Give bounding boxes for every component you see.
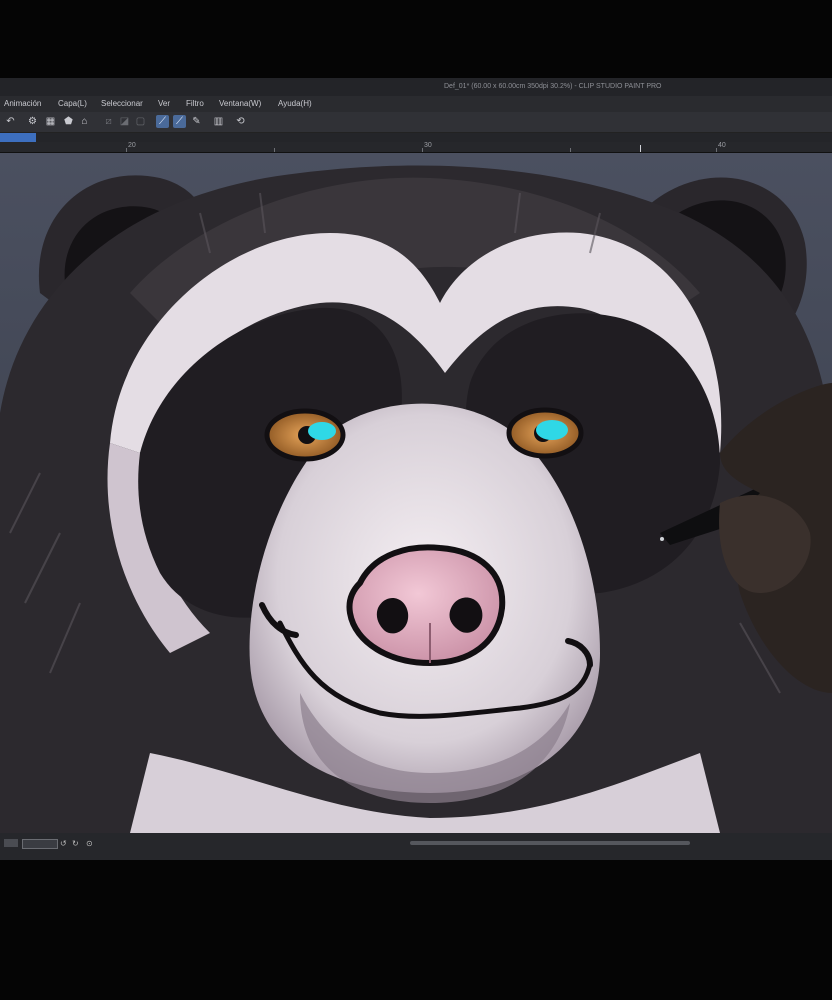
menu-animacion[interactable]: Animación	[4, 99, 41, 108]
menu-ayuda[interactable]: Ayuda(H)	[278, 99, 312, 108]
ruler-tick	[716, 148, 717, 152]
fill-icon[interactable]: ⬟	[62, 115, 75, 128]
title-bar: Def_01* (60.00 x 60.00cm 350dpi 30.2%) -…	[0, 78, 832, 96]
layer-property-icon[interactable]: ▥	[212, 115, 225, 128]
ruler-tick	[274, 148, 275, 152]
ruler-pen-icon[interactable]: ✎	[190, 115, 203, 128]
horizontal-scrollbar[interactable]	[410, 841, 690, 845]
stylus-tip	[660, 537, 664, 541]
ruler-label-30: 30	[424, 142, 432, 149]
clear-icon[interactable]: ◪	[118, 115, 131, 128]
reset-view-icon[interactable]: ⊙	[86, 839, 94, 848]
zoom-out-icon[interactable]	[4, 839, 18, 847]
menu-filtro[interactable]: Filtro	[186, 99, 204, 108]
zoom-input[interactable]	[22, 839, 58, 849]
status-bar: ↺ ↻ ⊙	[0, 833, 832, 860]
ruler-cursor-marker	[640, 145, 641, 152]
rotate-icon[interactable]: ⟲	[234, 115, 247, 128]
menu-seleccionar[interactable]: Seleccionar	[101, 99, 143, 108]
ruler-label-20: 20	[128, 142, 136, 149]
menu-bar: Animación Capa(L) Seleccionar Ver Filtro…	[0, 96, 832, 112]
snap-to-guide-icon[interactable]: ⟋	[173, 115, 186, 128]
right-eye-highlight	[536, 420, 568, 440]
ruler-tick	[570, 148, 571, 152]
snap-to-ruler-icon[interactable]: ⟋	[156, 115, 169, 128]
transform-icon[interactable]: ⌂	[78, 115, 91, 128]
menu-capa[interactable]: Capa(L)	[58, 99, 87, 108]
command-bar: ↶ ⚙ ▦ ⬟ ⌂ ⧄ ◪ ▢ ⟋ ⟋ ✎ ▥ ⟲	[0, 112, 832, 133]
hide-selection-icon[interactable]: ⧄	[102, 115, 115, 128]
bear-illustration	[0, 165, 832, 833]
canvas-tab-strip	[0, 133, 832, 142]
horizontal-ruler: 20 30 40	[0, 142, 832, 153]
fill-selection-icon[interactable]: ▢	[134, 115, 147, 128]
active-canvas-tab[interactable]	[0, 133, 36, 142]
menu-ver[interactable]: Ver	[158, 99, 170, 108]
grid-icon[interactable]: ▦	[44, 115, 57, 128]
clip-studio-window: Def_01* (60.00 x 60.00cm 350dpi 30.2%) -…	[0, 78, 832, 860]
drawing-canvas[interactable]	[0, 153, 832, 833]
ruler-tick	[422, 148, 423, 152]
ruler-tick	[126, 148, 127, 152]
window-title: Def_01* (60.00 x 60.00cm 350dpi 30.2%) -…	[444, 83, 662, 90]
ruler-label-40: 40	[718, 142, 726, 149]
settings-gear-icon[interactable]: ⚙	[26, 115, 39, 128]
undo-icon[interactable]: ↶	[4, 115, 17, 128]
rotate-left-icon[interactable]: ↺	[60, 839, 68, 848]
left-eye-highlight	[308, 422, 336, 440]
rotate-right-icon[interactable]: ↻	[72, 839, 80, 848]
menu-ventana[interactable]: Ventana(W)	[219, 99, 261, 108]
